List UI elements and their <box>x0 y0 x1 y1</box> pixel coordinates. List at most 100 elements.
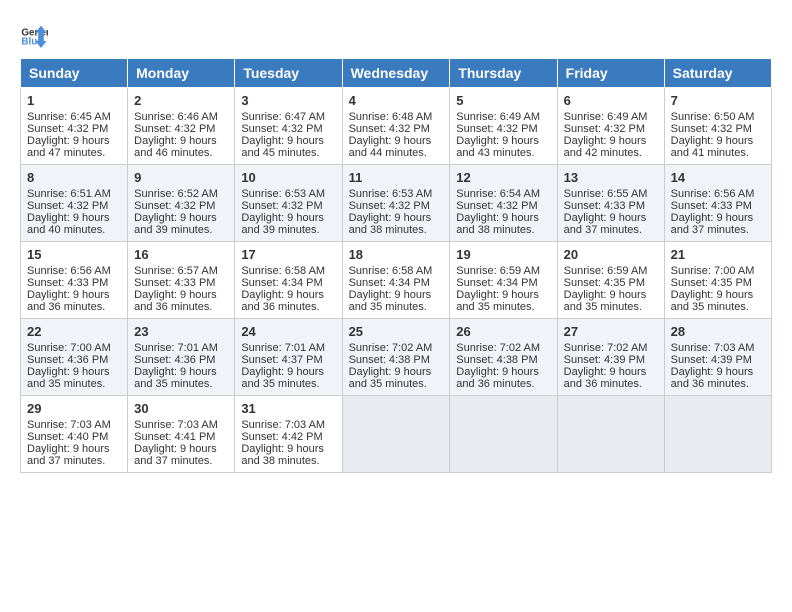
daylight-text: Daylight: 9 hours and 35 minutes. <box>349 366 444 390</box>
sunset-text: Sunset: 4:34 PM <box>349 277 444 289</box>
calendar-cell: 6Sunrise: 6:49 AMSunset: 4:32 PMDaylight… <box>557 88 664 165</box>
sunrise-text: Sunrise: 6:50 AM <box>671 111 765 123</box>
day-number: 4 <box>349 93 444 108</box>
daylight-text: Daylight: 9 hours and 45 minutes. <box>241 135 335 159</box>
sunset-text: Sunset: 4:32 PM <box>27 200 121 212</box>
sunset-text: Sunset: 4:36 PM <box>27 354 121 366</box>
calendar-cell: 8Sunrise: 6:51 AMSunset: 4:32 PMDaylight… <box>21 165 128 242</box>
calendar-cell: 13Sunrise: 6:55 AMSunset: 4:33 PMDayligh… <box>557 165 664 242</box>
daylight-text: Daylight: 9 hours and 36 minutes. <box>456 366 550 390</box>
week-row-3: 15Sunrise: 6:56 AMSunset: 4:33 PMDayligh… <box>21 242 772 319</box>
sunrise-text: Sunrise: 6:58 AM <box>349 265 444 277</box>
day-number: 17 <box>241 247 335 262</box>
sunset-text: Sunset: 4:42 PM <box>241 431 335 443</box>
header-thursday: Thursday <box>450 59 557 88</box>
calendar-cell: 12 Sunrise: 6:54 AMSunset: 4:32 PMDayligh… <box>450 165 557 242</box>
sunset-text: Sunset: 4:39 PM <box>564 354 658 366</box>
week-row-2: 8Sunrise: 6:51 AMSunset: 4:32 PMDaylight… <box>21 165 772 242</box>
day-number: 1 <box>27 93 121 108</box>
sunrise-text: Sunrise: 7:03 AM <box>671 342 765 354</box>
calendar-cell: 16Sunrise: 6:57 AMSunset: 4:33 PMDayligh… <box>128 242 235 319</box>
calendar-cell: 3Sunrise: 6:47 AMSunset: 4:32 PMDaylight… <box>235 88 342 165</box>
sunrise-text: Sunrise: 7:00 AM <box>671 265 765 277</box>
sunset-text: Sunset: 4:33 PM <box>671 200 765 212</box>
sunset-text: Sunset: 4:32 PM <box>564 123 658 135</box>
sunrise-text: Sunrise: 6:51 AM <box>27 188 121 200</box>
day-number: 13 <box>564 170 658 185</box>
day-number: 21 <box>671 247 765 262</box>
day-number: 16 <box>134 247 228 262</box>
sunrise-text: Sunrise: 6:57 AM <box>134 265 228 277</box>
daylight-text: Daylight: 9 hours and 44 minutes. <box>349 135 444 159</box>
sunrise-text: Sunrise: 7:00 AM <box>27 342 121 354</box>
daylight-text: Daylight: 9 hours and 35 minutes. <box>134 366 228 390</box>
sunset-text: Sunset: 4:32 PM <box>349 200 444 212</box>
page-header: General Blue <box>20 20 772 48</box>
sunset-text: Sunset: 4:41 PM <box>134 431 228 443</box>
daylight-text: Daylight: 9 hours and 41 minutes. <box>671 135 765 159</box>
day-number: 22 <box>27 324 121 339</box>
calendar-cell: 25Sunrise: 7:02 AMSunset: 4:38 PMDayligh… <box>342 319 450 396</box>
day-number: 19 <box>456 247 550 262</box>
daylight-text: Daylight: 9 hours and 37 minutes. <box>671 212 765 236</box>
day-number: 31 <box>241 401 335 416</box>
daylight-text: Daylight: 9 hours and 38 minutes. <box>456 212 550 236</box>
sunrise-text: Sunrise: 7:03 AM <box>134 419 228 431</box>
calendar-cell: 30 Sunrise: 7:03 AMSunset: 4:41 PMDayligh… <box>128 396 235 473</box>
sunrise-text: Sunrise: 6:53 AM <box>349 188 444 200</box>
daylight-text: Daylight: 9 hours and 35 minutes. <box>671 289 765 313</box>
header-wednesday: Wednesday <box>342 59 450 88</box>
header-monday: Monday <box>128 59 235 88</box>
day-number: 23 <box>134 324 228 339</box>
sunset-text: Sunset: 4:32 PM <box>456 200 550 212</box>
calendar-cell <box>450 396 557 473</box>
daylight-text: Daylight: 9 hours and 37 minutes. <box>564 212 658 236</box>
calendar-cell: 28Sunrise: 7:03 AMSunset: 4:39 PMDayligh… <box>664 319 771 396</box>
daylight-text: Daylight: 9 hours and 35 minutes. <box>456 289 550 313</box>
logo: General Blue <box>20 20 56 48</box>
calendar-cell <box>557 396 664 473</box>
sunrise-text: Sunrise: 6:56 AM <box>671 188 765 200</box>
day-number: 3 <box>241 93 335 108</box>
daylight-text: Daylight: 9 hours and 35 minutes. <box>349 289 444 313</box>
sunset-text: Sunset: 4:32 PM <box>134 123 228 135</box>
day-number: 20 <box>564 247 658 262</box>
sunset-text: Sunset: 4:33 PM <box>564 200 658 212</box>
week-row-1: 1Sunrise: 6:45 AMSunset: 4:32 PMDaylight… <box>21 88 772 165</box>
daylight-text: Daylight: 9 hours and 37 minutes. <box>134 443 228 467</box>
sunrise-text: Sunrise: 7:01 AM <box>134 342 228 354</box>
daylight-text: Daylight: 9 hours and 36 minutes. <box>564 366 658 390</box>
calendar-cell: 10Sunrise: 6:53 AMSunset: 4:32 PMDayligh… <box>235 165 342 242</box>
day-number: 12 <box>456 170 550 185</box>
day-number: 30 <box>134 401 228 416</box>
daylight-text: Daylight: 9 hours and 35 minutes. <box>564 289 658 313</box>
sunrise-text: Sunrise: 6:59 AM <box>564 265 658 277</box>
sunrise-text: Sunrise: 6:48 AM <box>349 111 444 123</box>
header-tuesday: Tuesday <box>235 59 342 88</box>
daylight-text: Daylight: 9 hours and 35 minutes. <box>241 366 335 390</box>
calendar-cell: 5Sunrise: 6:49 AMSunset: 4:32 PMDaylight… <box>450 88 557 165</box>
calendar-cell: 17Sunrise: 6:58 AMSunset: 4:34 PMDayligh… <box>235 242 342 319</box>
day-number: 9 <box>134 170 228 185</box>
day-number: 15 <box>27 247 121 262</box>
calendar-cell <box>664 396 771 473</box>
sunrise-text: Sunrise: 6:49 AM <box>456 111 550 123</box>
logo-icon: General Blue <box>20 20 48 48</box>
sunset-text: Sunset: 4:32 PM <box>456 123 550 135</box>
sunrise-text: Sunrise: 7:02 AM <box>564 342 658 354</box>
day-number: 11 <box>349 170 444 185</box>
sunset-text: Sunset: 4:36 PM <box>134 354 228 366</box>
sunrise-text: Sunrise: 6:54 AM <box>456 188 550 200</box>
calendar-cell: 1Sunrise: 6:45 AMSunset: 4:32 PMDaylight… <box>21 88 128 165</box>
calendar-cell: 11Sunrise: 6:53 AMSunset: 4:32 PMDayligh… <box>342 165 450 242</box>
calendar-cell: 18Sunrise: 6:58 AMSunset: 4:34 PMDayligh… <box>342 242 450 319</box>
calendar-cell: 19Sunrise: 6:59 AMSunset: 4:34 PMDayligh… <box>450 242 557 319</box>
sunset-text: Sunset: 4:37 PM <box>241 354 335 366</box>
calendar-cell: 15Sunrise: 6:56 AMSunset: 4:33 PMDayligh… <box>21 242 128 319</box>
daylight-text: Daylight: 9 hours and 39 minutes. <box>241 212 335 236</box>
sunrise-text: Sunrise: 6:58 AM <box>241 265 335 277</box>
sunset-text: Sunset: 4:39 PM <box>671 354 765 366</box>
calendar-cell: 22Sunrise: 7:00 AMSunset: 4:36 PMDayligh… <box>21 319 128 396</box>
day-number: 6 <box>564 93 658 108</box>
day-number: 25 <box>349 324 444 339</box>
